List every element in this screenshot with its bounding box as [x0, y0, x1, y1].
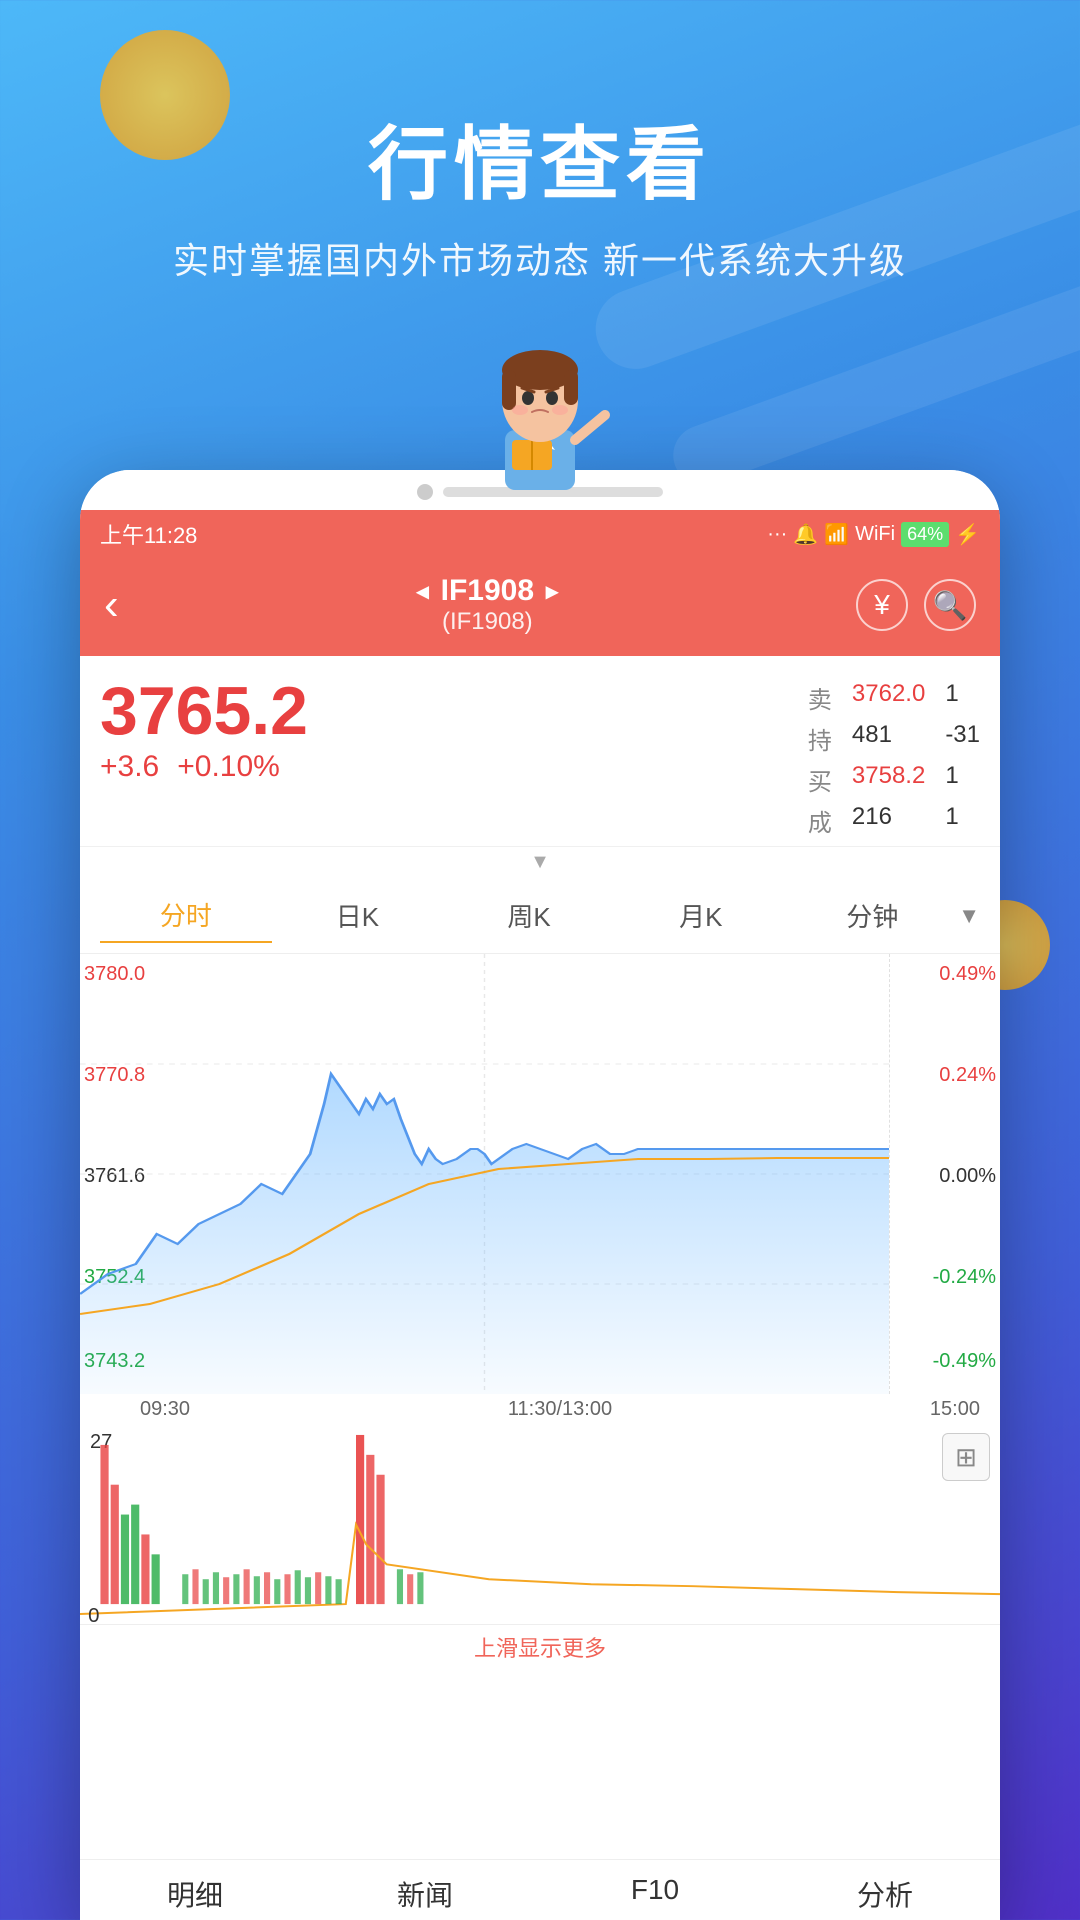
sell-qty: 1	[945, 680, 980, 715]
price-left: 3765.2 +3.6 +0.10%	[100, 672, 308, 784]
chart-pct-labels: 0.49% 0.24% 0.00% -0.24% -0.49%	[890, 954, 1000, 1394]
nav-bar: ‹ ◂ IF1908 ▸ (IF1908) ¥ 🔍	[80, 558, 1000, 656]
buy-price: 3758.2	[852, 762, 925, 797]
bottom-tab-f10[interactable]: F10	[540, 1874, 770, 1914]
mascot	[460, 310, 620, 510]
symbol-text: IF1908	[441, 574, 534, 608]
status-icons: ··· 🔔 📶 WiFi 64% ⚡	[767, 522, 980, 547]
tab-分时[interactable]: 分时	[100, 888, 272, 943]
change-abs: +3.6	[100, 750, 159, 784]
alarm-icon: 🔔	[793, 522, 818, 547]
header-section: 行情查看 实时掌握国内外市场动态 新一代系统大升级	[0, 100, 1080, 284]
bottom-tab-明细[interactable]: 明细	[80, 1874, 310, 1914]
main-title: 行情查看	[0, 100, 1080, 216]
deal-qty: 1	[945, 803, 980, 838]
chart-area: 3780.0 3770.8 3761.6 3752.4 3743.2	[80, 954, 1000, 1394]
deal-label: 成	[808, 803, 832, 838]
hold-val: 481	[852, 721, 925, 756]
tab-月K[interactable]: 月K	[615, 889, 787, 942]
notch-dot	[417, 484, 433, 500]
chart-main: 3780.0 3770.8 3761.6 3752.4 3743.2	[80, 954, 890, 1394]
pct-label-3: 0.00%	[939, 1165, 996, 1188]
tab-周K[interactable]: 周K	[443, 889, 615, 942]
tab-分钟[interactable]: 分钟	[787, 889, 959, 942]
nav-action-icons: ¥ 🔍	[856, 579, 976, 631]
buy-qty: 1	[945, 762, 980, 797]
price-change: +3.6 +0.10%	[100, 750, 308, 784]
bottom-hint: 上滑显示更多	[80, 1625, 1000, 1665]
back-button[interactable]: ‹	[104, 580, 119, 630]
buy-label: 买	[808, 762, 832, 797]
pct-label-4: -0.24%	[933, 1266, 996, 1289]
sell-price: 3762.0	[852, 680, 925, 715]
sim-icon: 📶	[824, 522, 849, 547]
time-start: 09:30	[140, 1398, 190, 1421]
pct-label-1: 0.49%	[939, 963, 996, 986]
phone-frame: 上午11:28 ··· 🔔 📶 WiFi 64% ⚡ ‹ ◂ IF1908 ▸ …	[80, 470, 1000, 1920]
change-pct: +0.10%	[177, 750, 280, 784]
status-time: 上午11:28	[100, 518, 197, 550]
volume-area: 27 ⊞	[80, 1425, 1000, 1625]
currency-icon[interactable]: ¥	[856, 579, 908, 631]
sub-title: 实时掌握国内外市场动态 新一代系统大升级	[0, 232, 1080, 284]
dropdown-arrow[interactable]: ▼	[80, 847, 1000, 878]
tab-bar: 分时 日K 周K 月K 分钟 ▼	[80, 878, 1000, 954]
deal-val: 216	[852, 803, 925, 838]
bottom-tabs: 明细 新闻 F10 分析	[80, 1859, 1000, 1920]
tab-日K[interactable]: 日K	[272, 889, 444, 942]
time-end: 15:00	[930, 1398, 980, 1421]
search-icon[interactable]: 🔍	[924, 579, 976, 631]
signal-icon: ···	[767, 523, 787, 546]
time-row: 09:30 11:30/13:00 15:00	[80, 1394, 1000, 1425]
pct-label-5: -0.49%	[933, 1350, 996, 1373]
sell-label: 卖	[808, 680, 832, 715]
tab-dropdown-icon[interactable]: ▼	[958, 903, 980, 929]
price-right: 卖 3762.0 1 持 481 -31 买 3758.2 1 成 216 1	[808, 672, 980, 838]
nav-title: ◂ IF1908 ▸ (IF1908)	[417, 574, 559, 636]
svg-text:0: 0	[88, 1605, 99, 1624]
wifi-icon: WiFi	[855, 523, 895, 546]
bottom-tab-分析[interactable]: 分析	[770, 1874, 1000, 1914]
charging-icon: ⚡	[955, 522, 980, 547]
hold-change: -31	[945, 721, 980, 756]
arrow-left-icon[interactable]: ◂	[417, 577, 429, 606]
bottom-tab-新闻[interactable]: 新闻	[310, 1874, 540, 1914]
main-price: 3765.2	[100, 672, 308, 750]
status-bar: 上午11:28 ··· 🔔 📶 WiFi 64% ⚡	[80, 510, 1000, 558]
arrow-right-icon[interactable]: ▸	[546, 577, 558, 606]
battery-indicator: 64%	[901, 522, 949, 547]
time-mid: 11:30/13:00	[508, 1398, 612, 1421]
price-section: 3765.2 +3.6 +0.10% 卖 3762.0 1 持 481 -31 …	[80, 656, 1000, 847]
pct-label-2: 0.24%	[939, 1064, 996, 1087]
symbol-code: (IF1908)	[417, 608, 559, 636]
hold-label: 持	[808, 721, 832, 756]
symbol-label: ◂ IF1908 ▸	[417, 574, 559, 608]
